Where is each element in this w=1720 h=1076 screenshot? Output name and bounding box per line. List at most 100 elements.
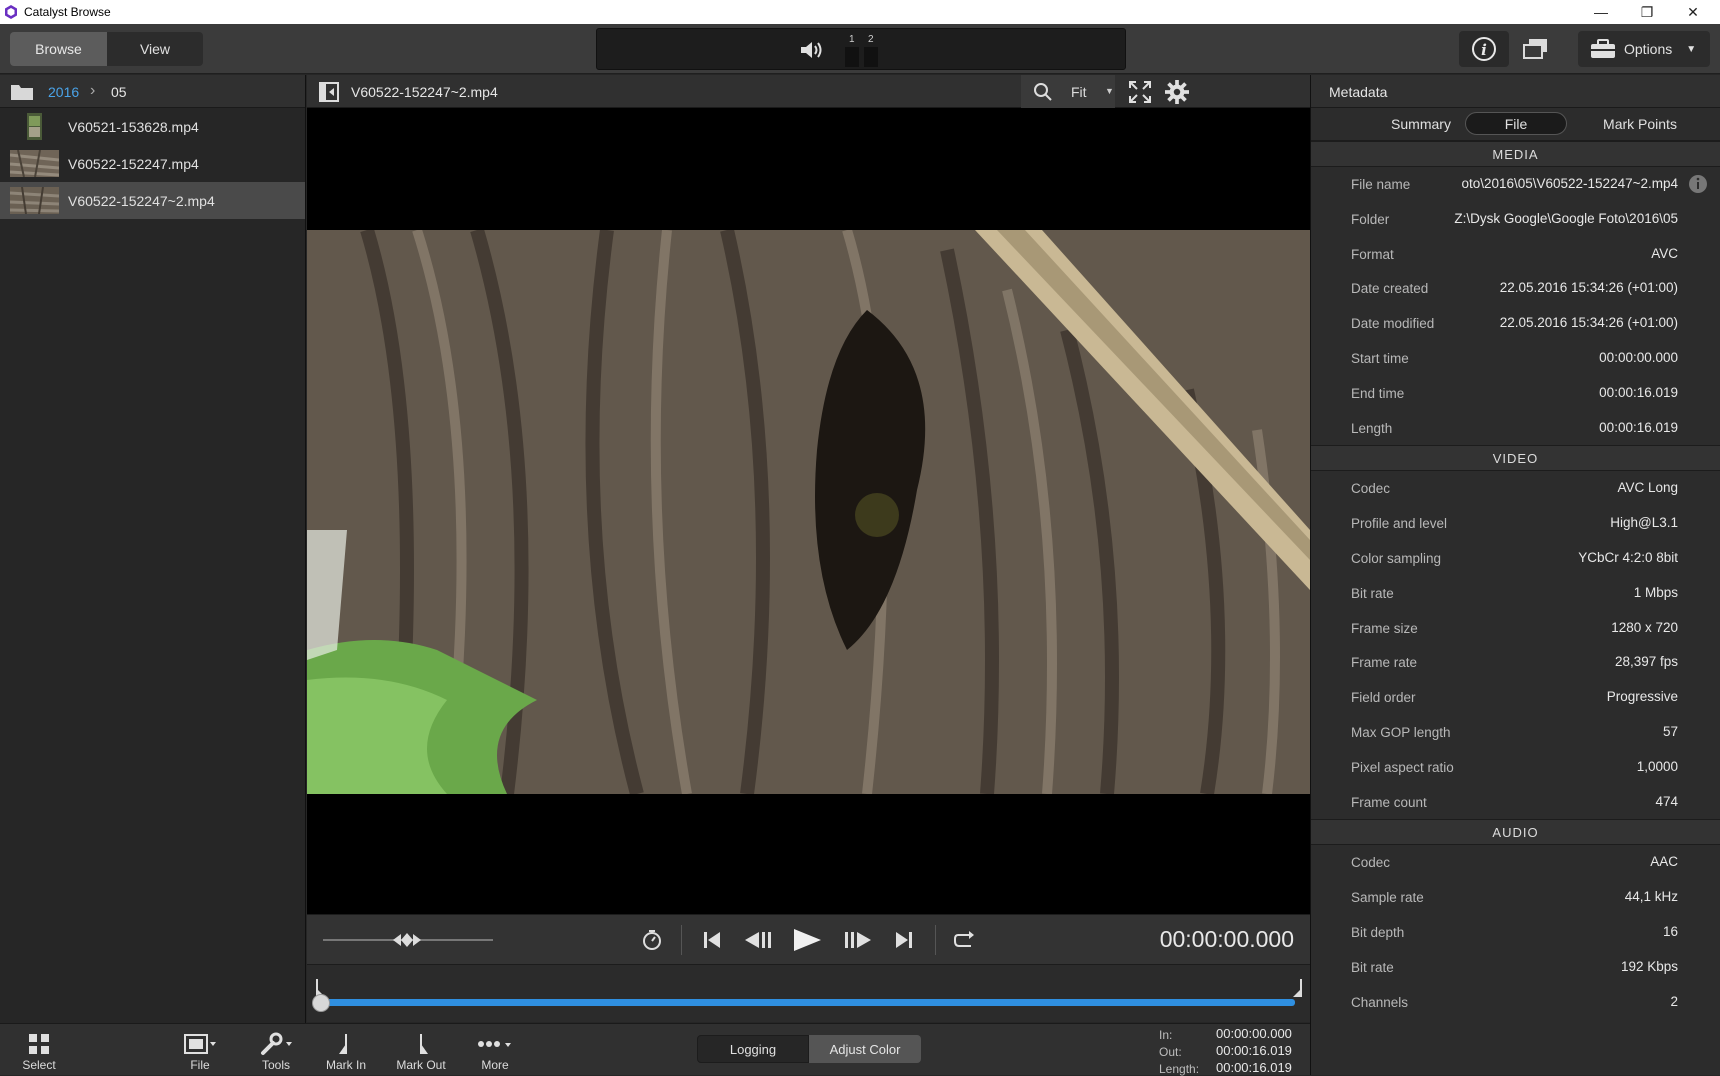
- metadata-row: Frame size 1280 x 720: [1311, 611, 1720, 646]
- select-label: Select: [22, 1058, 56, 1072]
- zoom-dropdown-icon[interactable]: ▼: [1105, 86, 1114, 96]
- level-meter-1: [845, 47, 859, 67]
- mark-in-label: Mark In: [325, 1058, 366, 1072]
- options-menu-button[interactable]: Options ▼: [1578, 31, 1710, 67]
- length-label: Length:: [1159, 1062, 1200, 1076]
- metadata-row: File name oto\2016\05\V60522-152247~2.mp4: [1311, 167, 1720, 202]
- metadata-key: Codec: [1351, 481, 1391, 497]
- metadata-row: Pixel aspect ratio 1,0000: [1311, 750, 1720, 785]
- metadata-value: AVC: [1651, 245, 1678, 261]
- file-list-item-selected[interactable]: V60522-152247~2.mp4: [0, 182, 305, 219]
- transport-divider: [935, 925, 936, 955]
- fullscreen-icon[interactable]: [1129, 81, 1151, 103]
- in-point-value: 00:00:00.000: [1216, 1026, 1292, 1041]
- mark-out-button[interactable]: Mark Out: [390, 1024, 452, 1076]
- timeline-scrubber[interactable]: [307, 964, 1310, 1022]
- go-to-end-icon[interactable]: [893, 929, 915, 951]
- options-dropdown-icon: ▼: [1686, 43, 1697, 55]
- restore-button[interactable]: ❐: [1624, 0, 1670, 24]
- metadata-key: Codec: [1351, 855, 1391, 871]
- out-point-marker-icon[interactable]: [1291, 979, 1303, 997]
- close-button[interactable]: ✕: [1670, 0, 1716, 24]
- metadata-value: YCbCr 4:2:0 8bit: [1578, 549, 1678, 565]
- tab-mark-points[interactable]: Mark Points: [1577, 112, 1703, 135]
- audio-meter-panel: 1 2: [596, 28, 1126, 70]
- adjust-color-toggle[interactable]: Adjust Color: [809, 1035, 921, 1063]
- metadata-value: 192 Kbps: [1620, 958, 1678, 974]
- metadata-key: Start time: [1351, 350, 1409, 366]
- folder-icon[interactable]: [10, 83, 34, 101]
- metadata-row: Date created 22.05.2016 15:34:26 (+01:00): [1311, 271, 1720, 306]
- metadata-row: Format AVC: [1311, 237, 1720, 272]
- more-menu-button[interactable]: More: [472, 1024, 518, 1076]
- select-button[interactable]: Select: [12, 1024, 66, 1076]
- window-title-bar: Catalyst Browse — ❐ ✕: [0, 0, 1720, 24]
- metadata-key: Pixel aspect ratio: [1351, 759, 1454, 775]
- zoom-select[interactable]: Fit: [1071, 84, 1087, 100]
- tab-file[interactable]: File: [1465, 112, 1567, 135]
- gear-icon[interactable]: [1164, 80, 1190, 104]
- file-list-item[interactable]: V60521-153628.mp4: [0, 108, 305, 145]
- metadata-value: 2: [1670, 993, 1678, 1009]
- metadata-key: Sample rate: [1351, 890, 1424, 906]
- metadata-title: Metadata: [1329, 84, 1388, 100]
- metadata-value: Z:\Dysk Google\Google Foto\2016\05: [1454, 210, 1678, 226]
- timeline-range-bar[interactable]: [321, 999, 1295, 1006]
- breadcrumb-item-2016[interactable]: 2016: [48, 84, 79, 100]
- metadata-value: 16: [1662, 923, 1678, 939]
- step-backward-icon[interactable]: [743, 929, 773, 951]
- video-viewer[interactable]: [307, 108, 1310, 914]
- metadata-row: Field order Progressive: [1311, 680, 1720, 715]
- file-list-item[interactable]: V60522-152247.mp4: [0, 145, 305, 182]
- step-forward-icon[interactable]: [843, 929, 873, 951]
- metadata-value: 00:00:16.019: [1599, 384, 1678, 400]
- metadata-key: Field order: [1351, 690, 1416, 706]
- meter-channel-1-label: 1: [849, 34, 855, 45]
- metadata-row: Channels 2: [1311, 985, 1720, 1020]
- metadata-key: Date created: [1351, 281, 1429, 297]
- file-menu-button[interactable]: File: [172, 1024, 228, 1076]
- zoom-search-icon[interactable]: [1033, 82, 1053, 102]
- metadata-row: End time 00:00:16.019: [1311, 376, 1720, 411]
- speaker-icon[interactable]: [799, 40, 827, 60]
- metadata-pane: Metadata Summary File Mark Points MEDIA F…: [1310, 75, 1720, 1075]
- window-layout-icon[interactable]: [1522, 38, 1550, 60]
- metadata-row: Sample rate 44,1 kHz: [1311, 880, 1720, 915]
- stopwatch-icon[interactable]: [641, 929, 663, 951]
- in-point-label: In:: [1159, 1028, 1173, 1042]
- mark-in-button[interactable]: Mark In: [318, 1024, 374, 1076]
- viewer-header: V60522-152247~2.mp4 Fit ▼: [307, 75, 1310, 108]
- breadcrumb-item-05[interactable]: 05: [111, 84, 127, 100]
- film-icon: [184, 1034, 216, 1054]
- logging-toggle[interactable]: Logging: [697, 1035, 809, 1063]
- playhead-handle[interactable]: [312, 994, 330, 1012]
- view-mode-button[interactable]: View: [107, 32, 203, 66]
- play-icon[interactable]: [791, 927, 823, 953]
- metadata-row: Bit depth 16: [1311, 915, 1720, 950]
- file-info-icon[interactable]: [1688, 174, 1708, 194]
- length-value: 00:00:16.019: [1216, 1060, 1292, 1075]
- metadata-row: Folder Z:\Dysk Google\Google Foto\2016\05: [1311, 202, 1720, 237]
- metadata-body: MEDIA File name oto\2016\05\V60522-152247~…: [1311, 141, 1720, 1019]
- shuttle-handle-icon[interactable]: [392, 930, 422, 950]
- minimize-button[interactable]: —: [1578, 0, 1624, 24]
- wrench-icon: [261, 1032, 292, 1055]
- collapse-panel-icon[interactable]: [319, 82, 339, 102]
- metadata-key: Bit depth: [1351, 924, 1405, 940]
- file-thumbnail: [10, 150, 59, 177]
- go-to-start-icon[interactable]: [701, 929, 723, 951]
- metadata-key: Max GOP length: [1351, 724, 1451, 740]
- viewer-clip-name: V60522-152247~2.mp4: [351, 84, 498, 100]
- window-title: Catalyst Browse: [24, 5, 111, 19]
- loop-icon[interactable]: [953, 929, 977, 951]
- info-icon: i: [1472, 37, 1496, 61]
- metadata-row: Bit rate 192 Kbps: [1311, 950, 1720, 985]
- metadata-key: Folder: [1351, 211, 1390, 227]
- briefcase-icon: [1591, 39, 1615, 58]
- tools-menu-button[interactable]: Tools: [248, 1024, 304, 1076]
- transport-controls: 00:00:00.000: [307, 914, 1310, 964]
- browse-mode-button[interactable]: Browse: [10, 32, 107, 66]
- metadata-row: Color sampling YCbCr 4:2:0 8bit: [1311, 541, 1720, 576]
- metadata-row: Length 00:00:16.019: [1311, 411, 1720, 446]
- info-toggle-button[interactable]: i: [1459, 31, 1509, 67]
